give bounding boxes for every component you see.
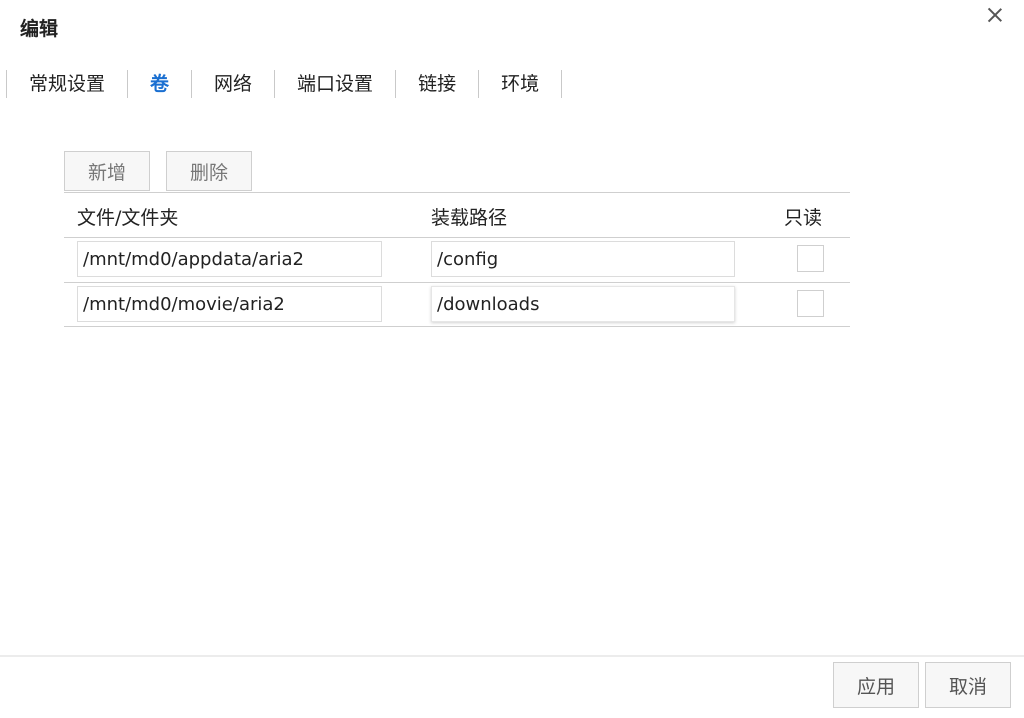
footer-divider: [0, 655, 1024, 657]
table-top-border: [64, 192, 850, 193]
add-button[interactable]: 新增: [64, 151, 150, 191]
tab-network[interactable]: 网络: [192, 70, 274, 98]
delete-button[interactable]: 删除: [166, 151, 252, 191]
header-divider: [64, 237, 850, 238]
cancel-button[interactable]: 取消: [925, 662, 1011, 708]
column-header-readonly: 只读: [784, 207, 823, 229]
tab-volume[interactable]: 卷: [128, 70, 191, 98]
apply-button[interactable]: 应用: [833, 662, 919, 708]
row-divider: [64, 282, 850, 283]
row-2-mount-input[interactable]: [431, 286, 735, 322]
row-1-mount-input[interactable]: [431, 241, 735, 277]
row-1-readonly-checkbox[interactable]: [797, 245, 824, 272]
tab-separator: [561, 70, 563, 98]
close-icon[interactable]: [984, 4, 1006, 26]
tab-links[interactable]: 链接: [396, 70, 478, 98]
row-2-path-input[interactable]: [77, 286, 382, 322]
column-header-mount-path: 装载路径: [431, 207, 508, 229]
tab-port-settings[interactable]: 端口设置: [275, 70, 395, 98]
table-bottom-border: [64, 326, 850, 327]
row-2-readonly-checkbox[interactable]: [797, 290, 824, 317]
row-1-path-input[interactable]: [77, 241, 382, 277]
column-header-file-folder: 文件/文件夹: [77, 207, 179, 229]
dialog-title: 编辑: [20, 18, 59, 40]
tab-environment[interactable]: 环境: [479, 70, 561, 98]
tab-general[interactable]: 常规设置: [7, 70, 127, 98]
tab-bar: 常规设置 卷 网络 端口设置 链接 环境: [6, 70, 563, 98]
edit-dialog: 编辑 常规设置 卷 网络 端口设置 链接 环境 新增 删除 文件/文件夹 装载路…: [0, 0, 1024, 718]
